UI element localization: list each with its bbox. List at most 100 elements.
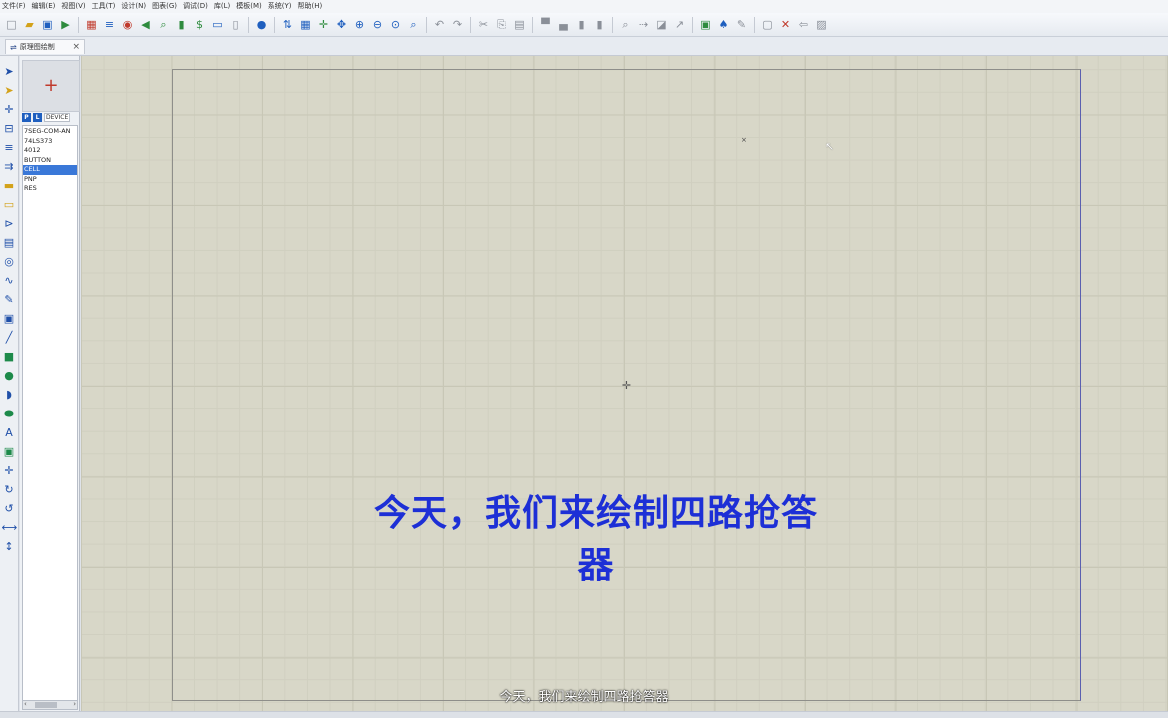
block-delete-icon[interactable]: ▮ [592, 17, 607, 32]
menu-item[interactable]: 库(L) [214, 0, 230, 13]
schematic-canvas[interactable]: × ↖ ✛ 今天，我们来绘制四路抢答器 [81, 56, 1168, 717]
remove-sheet-icon[interactable]: ✕ [778, 17, 793, 32]
cut-icon[interactable]: ✂ [476, 17, 491, 32]
help-icon[interactable]: ● [254, 17, 269, 32]
graph-icon[interactable]: ▤ [2, 235, 17, 250]
menu-item[interactable]: 图表(G) [152, 0, 177, 13]
exit-sheet-icon[interactable]: ⇦ [796, 17, 811, 32]
step-back-icon[interactable]: ◀ [138, 17, 153, 32]
copy-icon[interactable]: ⎘ [494, 17, 509, 32]
arc-icon[interactable]: ◗ [2, 387, 17, 402]
bus-icon[interactable]: ⇉ [2, 159, 17, 174]
toolbar-separator [612, 16, 613, 33]
bom-icon[interactable]: ▨ [814, 17, 829, 32]
menu-item[interactable]: 设计(N) [121, 0, 146, 13]
toolbar-separator [532, 16, 533, 33]
zoom-in-icon[interactable]: ⊕ [352, 17, 367, 32]
menu-item[interactable]: 工具(T) [92, 0, 116, 13]
pick-device-icon[interactable]: ⌕ [618, 17, 633, 32]
save-icon[interactable]: ▣ [40, 17, 55, 32]
terminal-icon[interactable]: ▭ [2, 197, 17, 212]
device-list-item[interactable]: 7SEG-COM-AN [23, 127, 77, 137]
menu-item[interactable]: 调试(D) [183, 0, 208, 13]
library-manager-button[interactable]: L [33, 113, 42, 122]
grid-icon[interactable]: ▦ [298, 17, 313, 32]
generator-icon[interactable]: ∿ [2, 273, 17, 288]
doc-icon[interactable]: ▯ [228, 17, 243, 32]
symbol-icon[interactable]: ▣ [2, 444, 17, 459]
toolbar-separator [274, 16, 275, 33]
refresh-icon[interactable]: ⇅ [280, 17, 295, 32]
menu-item[interactable]: 编辑(E) [32, 0, 56, 13]
devices-label: DEVICE [44, 113, 71, 122]
redo-icon[interactable]: ↷ [450, 17, 465, 32]
pan-icon[interactable]: ✥ [334, 17, 349, 32]
mirror-y-icon[interactable]: ↕ [2, 539, 17, 554]
menu-item[interactable]: 文件(F) [2, 0, 26, 13]
block-rotate-icon[interactable]: ▮ [574, 17, 589, 32]
block-copy-icon[interactable]: ▀ [538, 17, 553, 32]
marker-icon[interactable]: ✛ [2, 463, 17, 478]
device-list-item[interactable]: CELL [23, 165, 77, 175]
wire-autorouter-icon[interactable]: ▣ [698, 17, 713, 32]
path-icon[interactable]: ⬬ [2, 406, 17, 421]
toolbar-separator [754, 16, 755, 33]
circle-icon[interactable]: ● [2, 368, 17, 383]
text-icon[interactable]: A [2, 425, 17, 440]
menu-item[interactable]: 系统(Y) [268, 0, 292, 13]
property-tool-icon[interactable]: ✎ [734, 17, 749, 32]
toolbar-separator [692, 16, 693, 33]
zoom-out-icon[interactable]: ⊖ [370, 17, 385, 32]
device-list-item[interactable]: BUTTON [23, 156, 77, 166]
search-tag-icon[interactable]: ♠ [716, 17, 731, 32]
tab-close-icon[interactable]: × [72, 42, 80, 52]
zoom-all-icon[interactable]: ⊙ [388, 17, 403, 32]
device-list-item[interactable]: RES [23, 184, 77, 194]
rotate-ccw-icon[interactable]: ↺ [2, 501, 17, 516]
decompose-icon[interactable]: ↗ [672, 17, 687, 32]
zoom-area-icon[interactable]: ⌕ [406, 17, 421, 32]
tab-schematic[interactable]: ⇌ 原理图绘制 × [5, 39, 85, 54]
component-icon[interactable]: ▮ [174, 17, 189, 32]
grid-marker-icon: × [741, 136, 747, 144]
select-arrow-icon[interactable]: ➤ [2, 64, 17, 79]
box-icon[interactable]: ■ [2, 349, 17, 364]
open-folder-icon[interactable]: ▰ [22, 17, 37, 32]
junction-icon[interactable]: ✛ [2, 102, 17, 117]
pick-devices-button[interactable]: P [22, 113, 31, 122]
device-list-item[interactable]: 74LS373 [23, 137, 77, 147]
print-icon[interactable]: ▦ [84, 17, 99, 32]
import-icon[interactable]: ▶ [58, 17, 73, 32]
label-icon[interactable]: ⊟ [2, 121, 17, 136]
component-mode-icon[interactable]: ➤ [2, 83, 17, 98]
instrument-icon[interactable]: ▣ [2, 311, 17, 326]
search-icon[interactable]: ⌕ [156, 17, 171, 32]
pin-icon[interactable]: ⊳ [2, 216, 17, 231]
netlist-icon[interactable]: ▭ [210, 17, 225, 32]
tape-icon[interactable]: ◎ [2, 254, 17, 269]
device-list-item[interactable]: 4012 [23, 146, 77, 156]
record-icon[interactable]: ◉ [120, 17, 135, 32]
subcircuit-icon[interactable]: ▬ [2, 178, 17, 193]
make-device-icon[interactable]: ⇢ [636, 17, 651, 32]
menu-item[interactable]: 帮助(H) [298, 0, 323, 13]
menu-item[interactable]: 视图(V) [61, 0, 85, 13]
dollar-icon[interactable]: $ [192, 17, 207, 32]
line-icon[interactable]: ╱ [2, 330, 17, 345]
new-sheet-icon[interactable]: ▢ [760, 17, 775, 32]
schematic-icon[interactable]: ≡ [102, 17, 117, 32]
text-script-icon[interactable]: ≡ [2, 140, 17, 155]
video-subtitle: 今天，我们来绘制四路抢答器 [499, 690, 669, 705]
mirror-x-icon[interactable]: ⟷ [2, 520, 18, 535]
probe-icon[interactable]: ✎ [2, 292, 17, 307]
package-tool-icon[interactable]: ◪ [654, 17, 669, 32]
device-selector-panel: + P L DEVICE 7SEG-COM-AN 74LS373 4012 BUTTO… [20, 56, 80, 717]
menu-item[interactable]: 模板(M) [236, 0, 262, 13]
rotate-cw-icon[interactable]: ↻ [2, 482, 17, 497]
new-file-icon[interactable]: □ [4, 17, 19, 32]
device-list-item[interactable]: PNP [23, 175, 77, 185]
block-move-icon[interactable]: ▄ [556, 17, 571, 32]
origin-icon[interactable]: ✛ [316, 17, 331, 32]
undo-icon[interactable]: ↶ [432, 17, 447, 32]
paste-icon[interactable]: ▤ [512, 17, 527, 32]
